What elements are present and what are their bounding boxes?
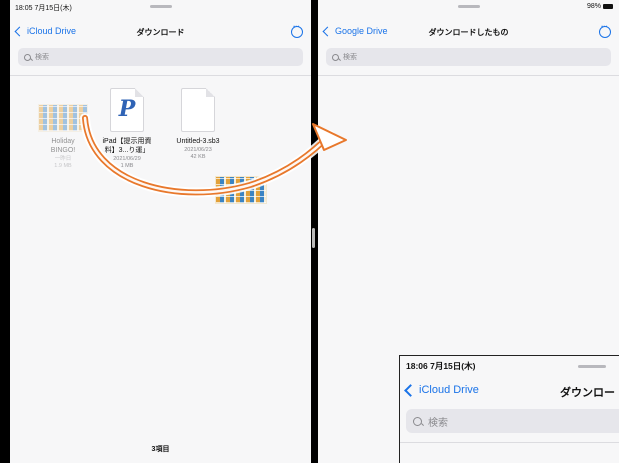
drag-arrow-annotation <box>80 113 347 198</box>
